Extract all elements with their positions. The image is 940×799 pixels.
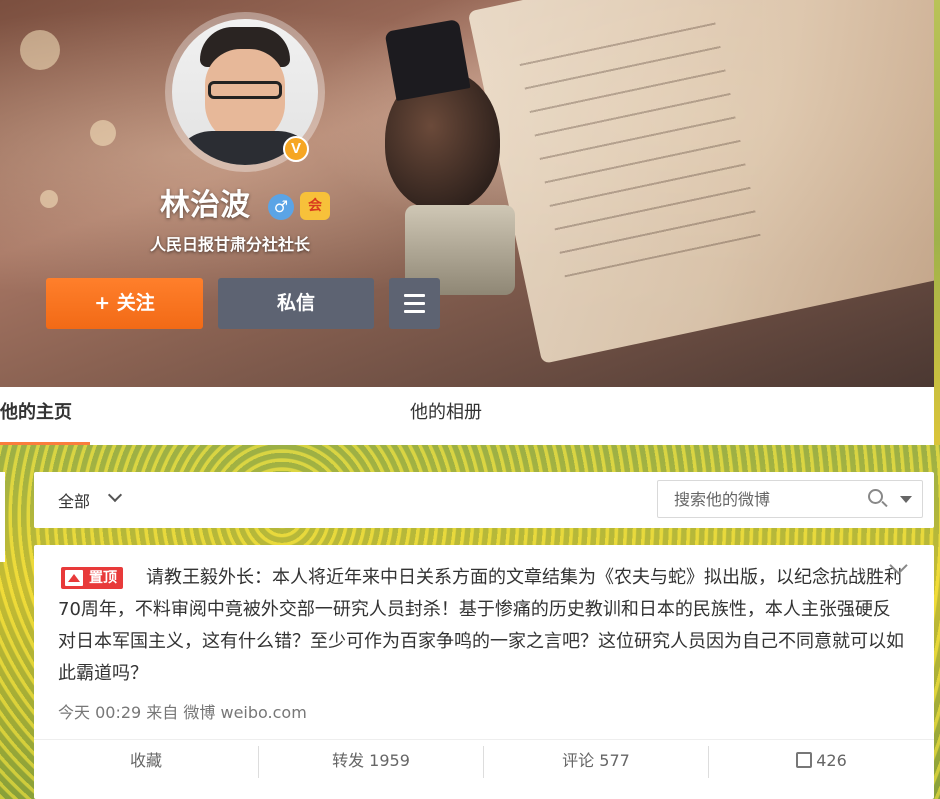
profile-name: 林治波	[160, 188, 250, 223]
pinned-badge-label: 置顶	[89, 570, 117, 586]
bokeh-light	[20, 30, 60, 70]
search-icon[interactable]	[868, 489, 888, 509]
like-button[interactable]: 426	[709, 746, 934, 776]
sidebar-panel-edge	[0, 472, 5, 562]
post-actions-bar: 收藏 转发 1959 评论 577 426	[34, 739, 934, 781]
doll-figure-hat	[384, 19, 471, 101]
follow-button[interactable]: + 关注	[46, 278, 203, 329]
feed-filter-bar: 全部	[34, 472, 934, 528]
male-gender-icon: ♂	[268, 194, 294, 220]
post-meta: 今天 00:29 来自 微博 weibo.com	[58, 699, 307, 723]
bokeh-light	[90, 120, 116, 146]
post-text: 请教王毅外长：本人将近年来中日关系方面的文章结集为《农夫与蛇》拟出版，以纪念抗战…	[58, 567, 904, 684]
pinned-post-card: 请教王毅外长：本人将近年来中日关系方面的文章结集为《农夫与蛇》拟出版，以纪念抗战…	[34, 545, 934, 799]
verified-badge-icon[interactable]: V	[283, 136, 309, 162]
profile-bio: 人民日报甘肃分社社长	[150, 235, 311, 254]
thumbs-up-icon	[796, 752, 813, 768]
favorite-button[interactable]: 收藏	[34, 746, 258, 776]
more-menu-button[interactable]	[389, 278, 440, 329]
post-time[interactable]: 今天 00:29	[58, 703, 141, 722]
hamburger-menu-icon	[404, 294, 425, 313]
tab-album[interactable]: 他的相册	[410, 387, 482, 445]
post-source-link[interactable]: 微博 weibo.com	[183, 703, 306, 722]
post-from-label: 来自	[146, 703, 179, 722]
search-input[interactable]	[658, 481, 858, 517]
message-button[interactable]: 私信	[218, 278, 374, 329]
pinned-badge: 置顶	[61, 567, 123, 589]
member-level-icon[interactable]: 会	[300, 192, 330, 220]
chevron-down-icon[interactable]	[107, 487, 123, 503]
filter-all-dropdown[interactable]: 全部	[58, 488, 90, 512]
search-box	[657, 480, 923, 518]
profile-tabs: 他的主页 他的相册	[0, 387, 934, 445]
tab-home[interactable]: 他的主页	[0, 387, 90, 445]
search-dropdown-icon[interactable]	[900, 496, 912, 503]
open-book-image	[467, 0, 934, 364]
repost-button[interactable]: 转发 1959	[259, 746, 483, 776]
comment-button[interactable]: 评论 577	[484, 746, 708, 776]
like-count: 426	[816, 751, 847, 770]
pin-to-top-icon	[65, 570, 83, 586]
cover-image: V 林治波 ♂ 会 人民日报甘肃分社社长 + 关注 私信	[0, 0, 934, 387]
bokeh-light	[40, 190, 58, 208]
